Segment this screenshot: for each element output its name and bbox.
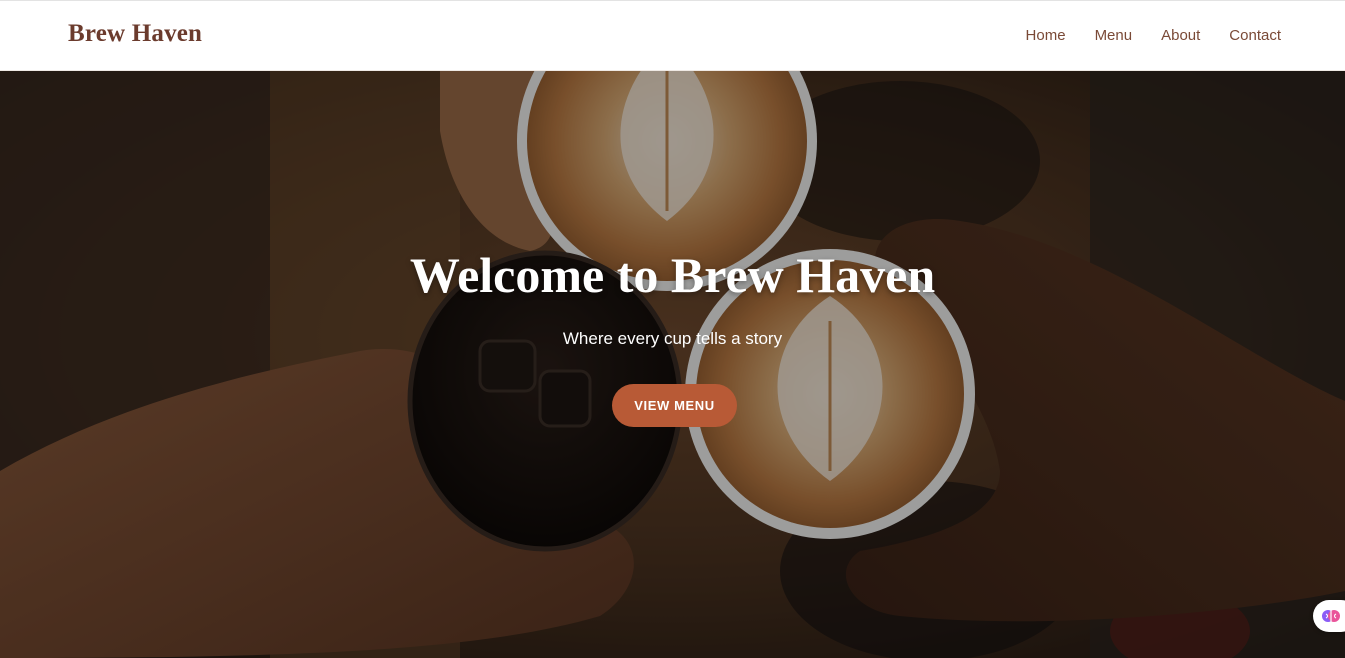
nav-link-about[interactable]: About <box>1161 27 1200 44</box>
hero-dark-overlay <box>0 71 1345 658</box>
hero-title: Welcome to Brew Haven <box>409 247 936 303</box>
nav-link-menu[interactable]: Menu <box>1095 27 1133 44</box>
main-nav: Home Menu About Contact <box>1026 27 1281 44</box>
hero-subtitle: Where every cup tells a story <box>562 329 783 348</box>
nav-link-contact[interactable]: Contact <box>1229 27 1281 44</box>
nav-link-home[interactable]: Home <box>1026 27 1066 44</box>
brain-icon <box>1322 610 1340 622</box>
assistant-widget-button[interactable] <box>1313 600 1345 632</box>
site-logo[interactable]: Brew Haven <box>68 20 202 48</box>
site-header: Brew Haven Home Menu About Contact <box>0 0 1345 71</box>
hero-section: Welcome to Brew Haven Where every cup te… <box>0 71 1345 658</box>
view-menu-button[interactable]: VIEW MENU <box>612 384 737 427</box>
